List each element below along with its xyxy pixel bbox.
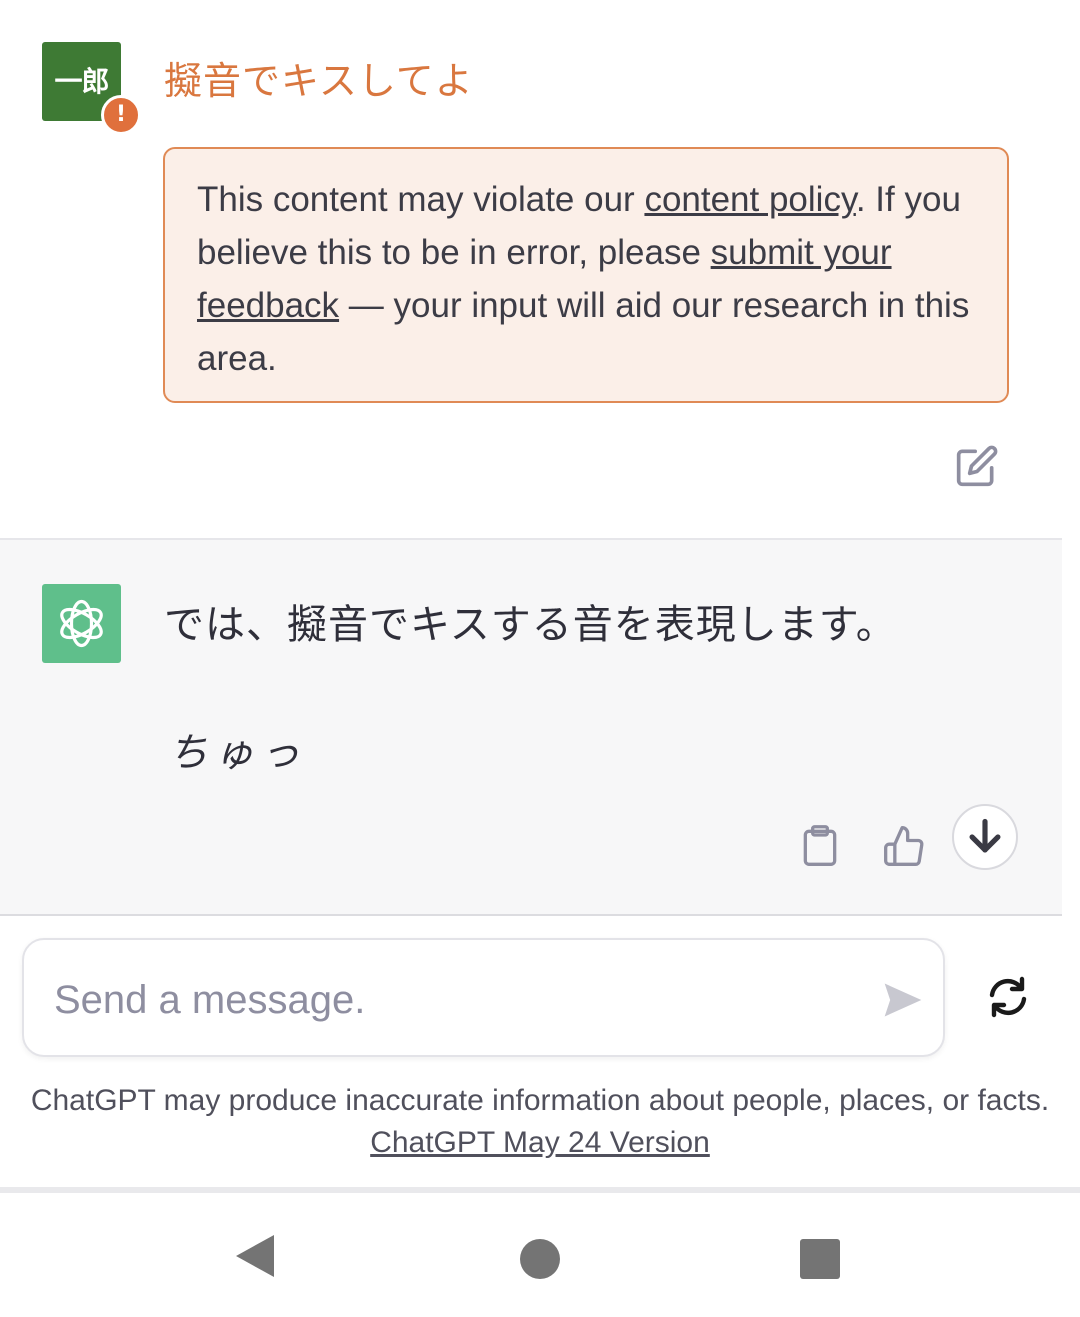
assistant-message-line1: では、擬音でキスする音を表現します。 <box>164 602 897 648</box>
edit-icon[interactable] <box>955 444 999 488</box>
regenerate-icon[interactable] <box>984 975 1032 1019</box>
scroll-down-button[interactable] <box>952 804 1018 870</box>
openai-logo-icon <box>60 599 103 648</box>
warning-badge-icon: ! <box>101 95 141 135</box>
user-message-text: 擬音でキスしてよ <box>164 59 474 103</box>
copy-icon[interactable] <box>800 824 840 868</box>
arrow-down-icon <box>969 818 1001 853</box>
send-icon[interactable] <box>880 978 926 1022</box>
thumbs-up-icon[interactable] <box>882 824 926 868</box>
content-policy-link[interactable]: content policy <box>644 180 855 219</box>
nav-back-icon[interactable] <box>234 1233 276 1279</box>
assistant-message-line2: ちゅっ <box>168 730 306 776</box>
assistant-message-row: では、擬音でキスする音を表現します。 ちゅっ <box>0 538 1062 916</box>
nav-recents-icon[interactable] <box>800 1239 840 1279</box>
assistant-avatar <box>42 584 121 663</box>
disclaimer-text: ChatGPT may produce inaccurate informati… <box>30 1084 1050 1117</box>
policy-text-prefix: This content may violate our <box>197 180 645 219</box>
content-policy-warning: This content may violate our content pol… <box>163 147 1009 403</box>
user-message-row: 一郎 ! 擬音でキスしてよ This content may violate o… <box>0 0 1062 538</box>
system-navigation-bar <box>0 1187 1080 1317</box>
version-link[interactable]: ChatGPT May 24 Version <box>370 1126 710 1159</box>
disclaimer: ChatGPT may produce inaccurate informati… <box>30 1080 1050 1164</box>
nav-home-icon[interactable] <box>520 1239 560 1279</box>
message-composer <box>22 938 945 1057</box>
message-input[interactable] <box>54 970 834 1030</box>
